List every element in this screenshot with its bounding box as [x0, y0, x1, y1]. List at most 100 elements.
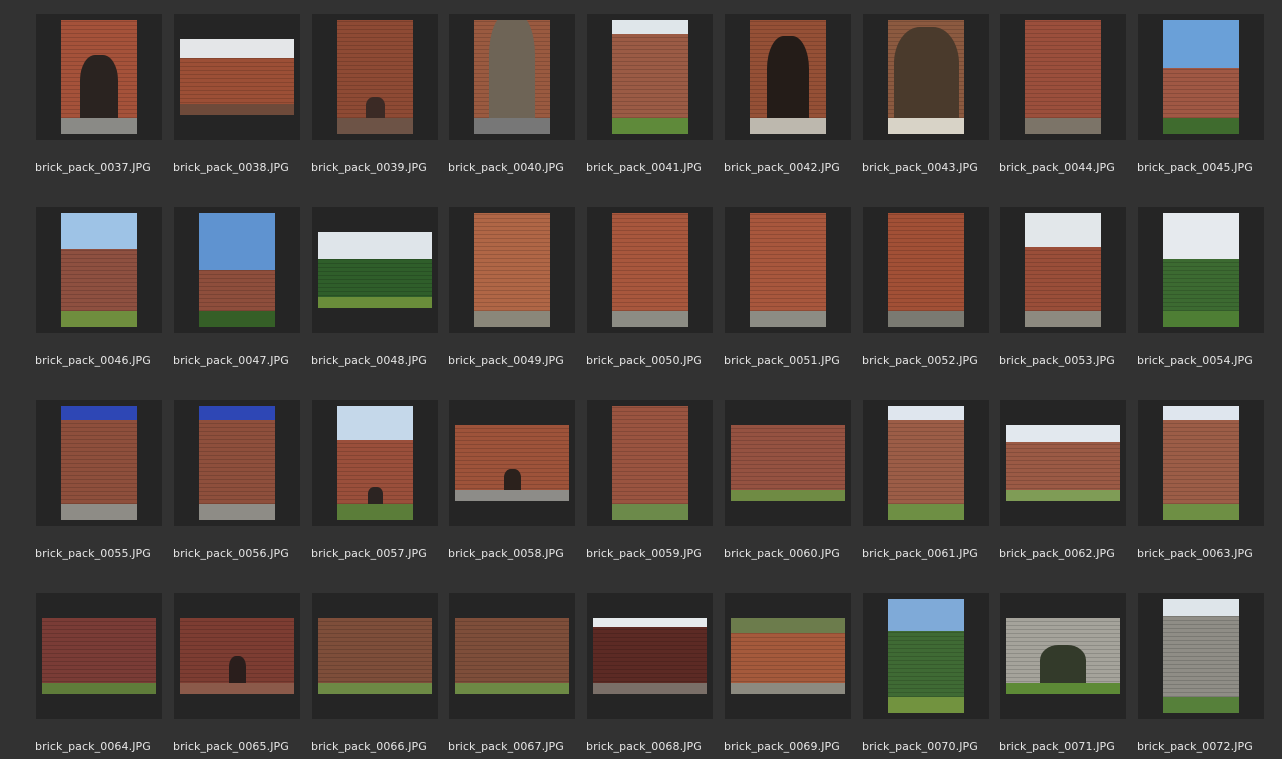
thumbnail-frame[interactable]	[449, 400, 575, 526]
thumbnail-item[interactable]: brick_pack_0043.JPG	[862, 14, 1001, 186]
thumbnail-image[interactable]	[750, 20, 826, 134]
thumbnail-item[interactable]: brick_pack_0038.JPG	[173, 14, 312, 186]
thumbnail-image[interactable]	[1163, 406, 1239, 520]
thumbnail-item[interactable]: brick_pack_0052.JPG	[862, 207, 1001, 379]
thumbnail-frame[interactable]	[587, 207, 713, 333]
thumbnail-frame[interactable]	[36, 14, 162, 140]
thumbnail-image[interactable]	[61, 406, 137, 520]
thumbnail-image[interactable]	[337, 20, 413, 134]
thumbnail-image[interactable]	[318, 232, 432, 308]
thumbnail-frame[interactable]	[36, 593, 162, 719]
thumbnail-frame[interactable]	[174, 14, 300, 140]
thumbnail-image[interactable]	[455, 618, 569, 694]
thumbnail-frame[interactable]	[36, 400, 162, 526]
thumbnail-item[interactable]: brick_pack_0063.JPG	[1137, 400, 1276, 572]
thumbnail-frame[interactable]	[36, 207, 162, 333]
thumbnail-item[interactable]: brick_pack_0042.JPG	[724, 14, 863, 186]
thumbnail-frame[interactable]	[449, 207, 575, 333]
thumbnail-frame[interactable]	[1000, 207, 1126, 333]
thumbnail-image[interactable]	[61, 20, 137, 134]
thumbnail-item[interactable]: brick_pack_0070.JPG	[862, 593, 1001, 759]
thumbnail-item[interactable]: brick_pack_0047.JPG	[173, 207, 312, 379]
thumbnail-image[interactable]	[474, 213, 550, 327]
thumbnail-item[interactable]: brick_pack_0062.JPG	[999, 400, 1138, 572]
thumbnail-frame[interactable]	[863, 400, 989, 526]
thumbnail-image[interactable]	[731, 425, 845, 501]
thumbnail-frame[interactable]	[725, 14, 851, 140]
thumbnail-item[interactable]: brick_pack_0061.JPG	[862, 400, 1001, 572]
thumbnail-item[interactable]: brick_pack_0050.JPG	[586, 207, 725, 379]
thumbnail-image[interactable]	[612, 213, 688, 327]
thumbnail-image[interactable]	[612, 406, 688, 520]
thumbnail-item[interactable]: brick_pack_0058.JPG	[448, 400, 587, 572]
thumbnail-item[interactable]: brick_pack_0069.JPG	[724, 593, 863, 759]
thumbnail-image[interactable]	[1025, 20, 1101, 134]
thumbnail-frame[interactable]	[863, 593, 989, 719]
thumbnail-frame[interactable]	[174, 593, 300, 719]
thumbnail-frame[interactable]	[174, 207, 300, 333]
thumbnail-item[interactable]: brick_pack_0046.JPG	[35, 207, 174, 379]
thumbnail-item[interactable]: brick_pack_0066.JPG	[311, 593, 450, 759]
thumbnail-frame[interactable]	[725, 207, 851, 333]
thumbnail-item[interactable]: brick_pack_0060.JPG	[724, 400, 863, 572]
thumbnail-item[interactable]: brick_pack_0045.JPG	[1137, 14, 1276, 186]
thumbnail-item[interactable]: brick_pack_0049.JPG	[448, 207, 587, 379]
thumbnail-item[interactable]: brick_pack_0053.JPG	[999, 207, 1138, 379]
thumbnail-image[interactable]	[1163, 599, 1239, 713]
thumbnail-frame[interactable]	[174, 400, 300, 526]
thumbnail-frame[interactable]	[1000, 14, 1126, 140]
thumbnail-image[interactable]	[1163, 213, 1239, 327]
thumbnail-image[interactable]	[1006, 618, 1120, 694]
thumbnail-item[interactable]: brick_pack_0067.JPG	[448, 593, 587, 759]
thumbnail-image[interactable]	[61, 213, 137, 327]
thumbnail-image[interactable]	[888, 406, 964, 520]
thumbnail-image[interactable]	[337, 406, 413, 520]
thumbnail-frame[interactable]	[1138, 14, 1264, 140]
thumbnail-item[interactable]: brick_pack_0065.JPG	[173, 593, 312, 759]
thumbnail-image[interactable]	[888, 20, 964, 134]
thumbnail-item[interactable]: brick_pack_0056.JPG	[173, 400, 312, 572]
thumbnail-frame[interactable]	[312, 400, 438, 526]
thumbnail-image[interactable]	[593, 618, 707, 694]
thumbnail-item[interactable]: brick_pack_0059.JPG	[586, 400, 725, 572]
thumbnail-frame[interactable]	[725, 593, 851, 719]
thumbnail-item[interactable]: brick_pack_0048.JPG	[311, 207, 450, 379]
thumbnail-item[interactable]: brick_pack_0055.JPG	[35, 400, 174, 572]
thumbnail-frame[interactable]	[1000, 593, 1126, 719]
thumbnail-item[interactable]: brick_pack_0044.JPG	[999, 14, 1138, 186]
thumbnail-frame[interactable]	[1138, 207, 1264, 333]
thumbnail-image[interactable]	[318, 618, 432, 694]
thumbnail-image[interactable]	[750, 213, 826, 327]
thumbnail-image[interactable]	[42, 618, 156, 694]
thumbnail-item[interactable]: brick_pack_0072.JPG	[1137, 593, 1276, 759]
thumbnail-item[interactable]: brick_pack_0041.JPG	[586, 14, 725, 186]
thumbnail-item[interactable]: brick_pack_0039.JPG	[311, 14, 450, 186]
thumbnail-image[interactable]	[1006, 425, 1120, 501]
thumbnail-item[interactable]: brick_pack_0051.JPG	[724, 207, 863, 379]
thumbnail-image[interactable]	[199, 213, 275, 327]
thumbnail-frame[interactable]	[312, 14, 438, 140]
thumbnail-frame[interactable]	[863, 207, 989, 333]
thumbnail-frame[interactable]	[312, 207, 438, 333]
thumbnail-image[interactable]	[199, 406, 275, 520]
thumbnail-frame[interactable]	[1138, 400, 1264, 526]
thumbnail-item[interactable]: brick_pack_0057.JPG	[311, 400, 450, 572]
thumbnail-item[interactable]: brick_pack_0064.JPG	[35, 593, 174, 759]
thumbnail-image[interactable]	[731, 618, 845, 694]
thumbnail-image[interactable]	[455, 425, 569, 501]
thumbnail-frame[interactable]	[587, 593, 713, 719]
thumbnail-frame[interactable]	[449, 593, 575, 719]
thumbnail-item[interactable]: brick_pack_0040.JPG	[448, 14, 587, 186]
thumbnail-frame[interactable]	[1138, 593, 1264, 719]
thumbnail-frame[interactable]	[863, 14, 989, 140]
thumbnail-item[interactable]: brick_pack_0068.JPG	[586, 593, 725, 759]
thumbnail-frame[interactable]	[587, 14, 713, 140]
thumbnail-image[interactable]	[888, 213, 964, 327]
thumbnail-frame[interactable]	[312, 593, 438, 719]
thumbnail-image[interactable]	[888, 599, 964, 713]
thumbnail-frame[interactable]	[449, 14, 575, 140]
thumbnail-image[interactable]	[1163, 20, 1239, 134]
thumbnail-frame[interactable]	[1000, 400, 1126, 526]
thumbnail-image[interactable]	[1025, 213, 1101, 327]
thumbnail-item[interactable]: brick_pack_0071.JPG	[999, 593, 1138, 759]
